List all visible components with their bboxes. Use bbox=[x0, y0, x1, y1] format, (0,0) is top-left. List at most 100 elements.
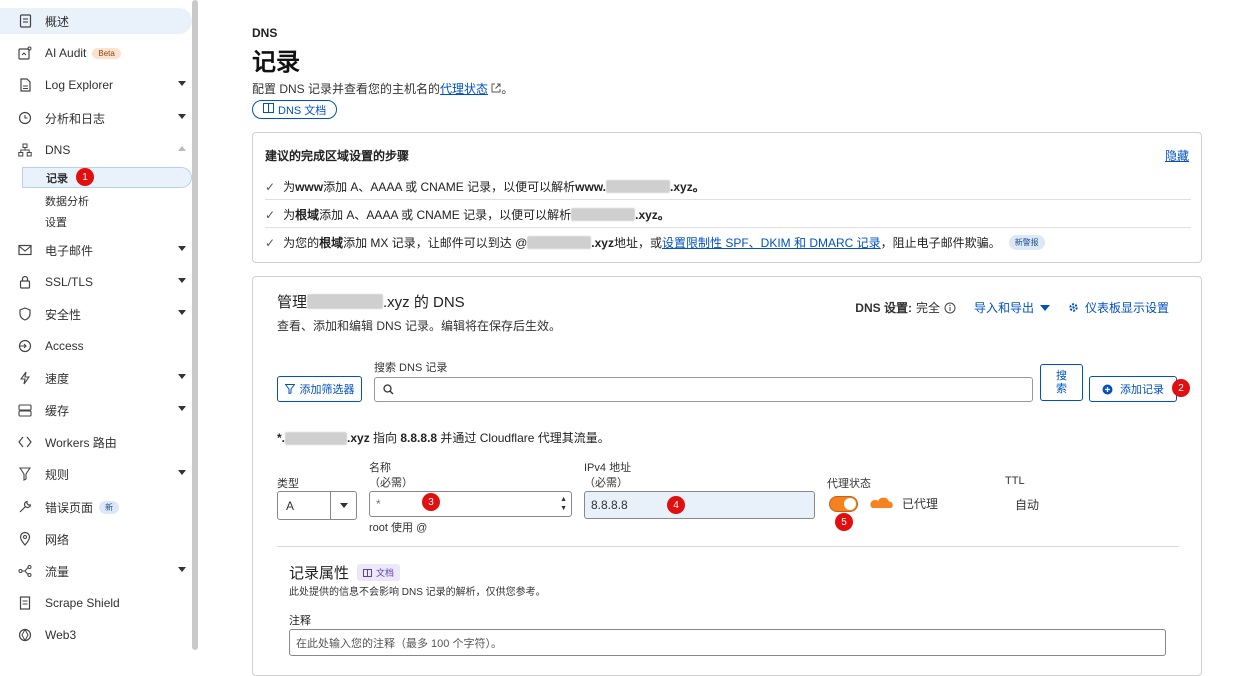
access-icon bbox=[18, 339, 32, 353]
add-record-button[interactable]: 添加记录 bbox=[1089, 376, 1177, 402]
sidebar-subitem-analytics[interactable]: 数据分析 bbox=[45, 193, 89, 209]
add-filter-label: 添加筛选器 bbox=[299, 384, 355, 396]
book-icon bbox=[263, 103, 274, 116]
audit-icon bbox=[18, 46, 32, 60]
sidebar-item-speed[interactable]: 速度 bbox=[0, 365, 192, 391]
add-record-label: 添加记录 bbox=[1120, 384, 1164, 396]
sidebar-item-label: Scrape Shield bbox=[45, 596, 120, 610]
search-button[interactable]: 搜索 bbox=[1040, 364, 1083, 401]
manage-title: 管理 .xyz 的 DNS bbox=[277, 291, 465, 312]
redacted-domain bbox=[307, 294, 384, 309]
spinner-arrows-icon[interactable]: ▲ ▼ bbox=[560, 495, 567, 513]
check-icon: ✓ bbox=[265, 179, 276, 194]
sidebar-item-security[interactable]: 安全性 bbox=[0, 301, 192, 327]
network-tree-icon bbox=[18, 143, 32, 157]
gear-icon bbox=[1068, 302, 1079, 313]
sidebar-item-label: Web3 bbox=[45, 628, 77, 642]
divider bbox=[277, 546, 1179, 547]
step-bold: .xyz bbox=[591, 235, 614, 250]
sidebar-item-label: 错误页面 bbox=[45, 500, 94, 515]
sidebar-item-log-explorer[interactable]: Log Explorer bbox=[0, 72, 192, 98]
page-description: 配置 DNS 记录并查看您的主机名的代理状态 。 bbox=[252, 80, 513, 97]
sidebar-item-ssl[interactable]: SSL/TLS bbox=[0, 269, 192, 295]
sidebar-item-network[interactable]: 网络 bbox=[0, 526, 192, 552]
sidebar-item-email[interactable]: 电子邮件 bbox=[0, 237, 192, 263]
proxy-toggle[interactable] bbox=[829, 496, 858, 512]
add-filter-button[interactable]: 添加筛选器 bbox=[277, 376, 362, 402]
sidebar-item-ai-audit[interactable]: AI Audit Beta bbox=[0, 40, 192, 66]
sidebar-item-web3[interactable]: Web3 bbox=[0, 622, 192, 648]
step-text: 为您的 bbox=[283, 236, 320, 250]
sidebar-subitem-settings[interactable]: 设置 bbox=[45, 214, 67, 230]
chevron-down-icon bbox=[178, 374, 186, 379]
spf-dkim-dmarc-link[interactable]: 设置限制性 SPF、DKIM 和 DMARC 记录 bbox=[662, 234, 881, 251]
sidebar-item-cache[interactable]: 缓存 bbox=[0, 397, 192, 423]
sidebar-item-dns[interactable]: DNS bbox=[0, 137, 192, 163]
sidebar-item-label: Log Explorer bbox=[45, 78, 114, 92]
proxy-status-label: 代理状态 bbox=[827, 478, 871, 490]
comment-input[interactable]: 在此处输入您的注释（最多 100 个字符）。 bbox=[289, 629, 1166, 656]
redacted-domain bbox=[285, 432, 348, 446]
dns-docs-button[interactable]: DNS 文档 bbox=[252, 100, 338, 119]
info-icon[interactable] bbox=[944, 302, 956, 314]
record-summary-bold: *. bbox=[277, 431, 286, 445]
location-pin-icon bbox=[18, 532, 32, 546]
sidebar-scrollbar[interactable] bbox=[192, 0, 198, 650]
chevron-up-icon bbox=[178, 146, 186, 151]
import-export-button[interactable]: 导入和导出 bbox=[974, 299, 1050, 316]
sidebar-item-analytics[interactable]: 分析和日志 bbox=[0, 105, 192, 131]
search-label: 搜索 DNS 记录 bbox=[374, 362, 448, 374]
cloudflare-cloud-icon bbox=[869, 497, 895, 512]
traffic-icon bbox=[18, 564, 32, 578]
type-select[interactable]: A bbox=[277, 491, 357, 520]
step-text: 为 bbox=[283, 208, 296, 222]
sidebar-item-workers[interactable]: Workers 路由 bbox=[0, 429, 192, 455]
ipv4-input[interactable]: 8.8.8.8 bbox=[584, 491, 815, 519]
record-summary-bold: .xyz bbox=[347, 431, 370, 445]
import-export-label: 导入和导出 bbox=[973, 301, 1034, 315]
workers-icon bbox=[18, 435, 32, 449]
step-bold: .xyz。 bbox=[670, 180, 705, 194]
sidebar-item-label: DNS bbox=[45, 143, 71, 157]
chevron-down-icon bbox=[178, 246, 186, 251]
record-summary-ip: 8.8.8.8 bbox=[400, 431, 438, 445]
dns-docs-label: DNS 文档 bbox=[278, 104, 327, 117]
sidebar-subitem-label: 记录 bbox=[46, 172, 68, 185]
page-title: 记录 bbox=[252, 49, 300, 76]
sidebar-subitem-records[interactable]: 记录 bbox=[22, 167, 192, 188]
wrench-icon bbox=[18, 500, 32, 514]
search-input[interactable] bbox=[374, 377, 1033, 402]
sidebar-item-label: 分析和日志 bbox=[45, 111, 106, 126]
sidebar-item-scrape-shield[interactable]: Scrape Shield bbox=[0, 590, 192, 616]
breadcrumb: DNS bbox=[252, 26, 278, 40]
chevron-down-icon bbox=[178, 278, 186, 283]
plus-circle-icon bbox=[1102, 384, 1113, 395]
sidebar-item-error-pages[interactable]: 错误页面 新 bbox=[0, 494, 192, 520]
proxy-status-link[interactable]: 代理状态 bbox=[440, 82, 488, 96]
type-label: 类型 bbox=[277, 478, 299, 490]
sidebar-item-label: Workers 路由 bbox=[45, 435, 117, 450]
sidebar-item-overview[interactable]: 概述 bbox=[0, 8, 192, 34]
step-text: 添加 MX 记录，让邮件可以到达 @ bbox=[343, 236, 528, 250]
ipv4-input-value: 8.8.8.8 bbox=[591, 498, 628, 512]
hide-steps-link[interactable]: 隐藏 bbox=[1165, 147, 1189, 164]
name-input[interactable]: * ▲ ▼ bbox=[369, 491, 572, 517]
external-link-icon bbox=[491, 82, 501, 96]
manage-description: 查看、添加和编辑 DNS 记录。编辑将在保存后生效。 bbox=[277, 319, 562, 333]
attributes-doc-link[interactable]: 文档 bbox=[357, 564, 401, 581]
sidebar-item-traffic[interactable]: 流量 bbox=[0, 558, 192, 584]
dns-setting-label: DNS 设置: bbox=[855, 301, 912, 315]
description-suffix: 。 bbox=[501, 82, 514, 96]
sidebar-item-label: 规则 bbox=[45, 467, 70, 482]
step-marker-4: 4 bbox=[667, 496, 685, 514]
document-icon bbox=[18, 14, 32, 28]
new-badge: 新 bbox=[99, 500, 120, 514]
sidebar-item-rules[interactable]: 规则 bbox=[0, 461, 192, 487]
sidebar-item-label: 缓存 bbox=[45, 403, 70, 418]
sidebar-item-label: Access bbox=[45, 339, 84, 353]
step-bold: .xyz。 bbox=[635, 208, 670, 222]
dashboard-settings-button[interactable]: 仪表板显示设置 bbox=[1068, 299, 1169, 316]
name-required: （必需） bbox=[369, 477, 413, 489]
sidebar-item-access[interactable]: Access bbox=[0, 333, 192, 359]
step-marker-5: 5 bbox=[835, 513, 853, 531]
